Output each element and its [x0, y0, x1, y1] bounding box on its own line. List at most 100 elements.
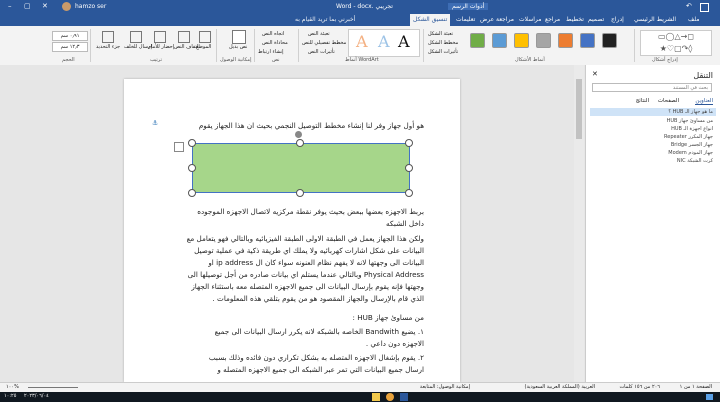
text-effects-button[interactable]: تأثيرات النص: [308, 49, 335, 55]
zoom-slider[interactable]: [28, 387, 78, 388]
selection-pane-icon: [102, 31, 114, 43]
doc-line-8: وجهتها فإنه يقوم بإرسال البيانات الى جمي…: [191, 282, 424, 291]
text-outline-button[interactable]: مخطط تفصيلي للنص: [302, 40, 346, 46]
doc-line-12: الاجهزه دون داعي .: [365, 339, 424, 348]
status-words[interactable]: ٢٠٦ من ١٥٦ كلمات: [619, 384, 660, 390]
wordart-style-2[interactable]: A: [378, 32, 390, 51]
tab-view[interactable]: عرض: [480, 16, 494, 23]
group-label-accessibility: إمكانية الوصول: [220, 57, 252, 63]
nav-heading-5[interactable]: جهاز الجسر Bridge: [671, 142, 713, 148]
taskbar-app-browser-icon[interactable]: [386, 393, 394, 401]
tab-mailings[interactable]: مراسلات: [519, 16, 541, 23]
width-field[interactable]: ١٢٫٣ سم: [52, 42, 88, 52]
taskbar-date: ٢٠٢٣/٠٦/٠٤: [24, 393, 49, 399]
taskbar-app-word-icon[interactable]: [400, 393, 408, 401]
user-name[interactable]: hamzo ser: [75, 3, 106, 10]
group-label-wordart: أنماط WordArt: [345, 57, 379, 63]
nav-heading-6[interactable]: جهاز المودم Modem: [668, 150, 713, 156]
tab-review[interactable]: مراجعة: [496, 16, 514, 23]
resize-handle-tl[interactable]: [188, 139, 196, 147]
minimize-button[interactable]: –: [8, 2, 20, 11]
status-page[interactable]: الصفحة ١ من ١: [680, 384, 712, 390]
nav-close-icon[interactable]: ✕: [592, 70, 598, 78]
layout-options-icon[interactable]: [174, 142, 184, 152]
document-page[interactable]: ⚓ هو أول جهاز وفر لنا إنشاء مخطط التوصيل…: [124, 79, 460, 382]
shape-style-swatch-2[interactable]: [580, 33, 595, 48]
group-label-insert-shapes: إدراج أشكال: [652, 57, 678, 63]
bring-forward-icon: [154, 31, 166, 43]
shape-style-swatch-1[interactable]: [602, 33, 617, 48]
shape-style-swatch-4[interactable]: [536, 33, 551, 48]
resize-handle-br[interactable]: [405, 189, 413, 197]
save-icon[interactable]: [700, 3, 709, 12]
resize-handle-tr[interactable]: [405, 139, 413, 147]
wordart-style-1[interactable]: A: [398, 32, 410, 51]
nav-tab-pages[interactable]: الصفحات: [658, 98, 679, 104]
document-workspace: ⚓ هو أول جهاز وفر لنا إنشاء مخطط التوصيل…: [0, 65, 720, 382]
wrap-text-button[interactable]: التفاف النص: [174, 44, 200, 50]
tab-shape-format[interactable]: تنسيق الشكل: [410, 14, 451, 26]
nav-title: التنقل: [693, 71, 713, 80]
zoom-level[interactable]: ١٠٠%: [6, 384, 19, 390]
wordart-style-3[interactable]: A: [356, 32, 368, 51]
start-button-icon[interactable]: [706, 394, 713, 400]
shape-style-swatch-6[interactable]: [492, 33, 507, 48]
scrollbar-thumb[interactable]: [576, 79, 582, 139]
undo-icon[interactable]: ↶: [686, 2, 692, 10]
alt-text-button[interactable]: نص بديل: [229, 44, 247, 50]
status-language[interactable]: العربية (المملكة العربية السعودية): [525, 384, 595, 390]
doc-line-13: ٢. يقوم بإشغال الاجهزه المتصله به بشكل ت…: [208, 353, 424, 362]
tab-file[interactable]: ملف: [688, 16, 699, 23]
shape-outline-button[interactable]: مخطط الشكل: [428, 40, 458, 46]
alt-text-icon[interactable]: [232, 30, 246, 44]
nav-tab-results[interactable]: النتائج: [636, 98, 649, 104]
tab-references[interactable]: مراجع: [545, 16, 560, 23]
taskbar: ١٠:٢٥ ٢٠٢٣/٠٦/٠٤: [0, 392, 720, 402]
text-fill-button[interactable]: تعبئة النص: [308, 31, 330, 37]
nav-heading-2[interactable]: من مساوئ جهاز HUB: [667, 118, 713, 124]
doc-line-3: داخل الشبكه: [386, 219, 424, 228]
rotate-handle[interactable]: [295, 131, 302, 138]
navigation-pane: التنقل ✕ بحث في المستند العناوين الصفحات…: [585, 65, 720, 382]
vertical-scrollbar[interactable]: [574, 65, 584, 382]
resize-handle-tc[interactable]: [296, 139, 304, 147]
shape-effects-button[interactable]: تأثيرات الشكل: [428, 49, 458, 55]
green-rectangle-shape[interactable]: [192, 143, 410, 193]
tab-help[interactable]: تعليمات: [456, 16, 475, 23]
resize-handle-mr[interactable]: [405, 164, 413, 172]
tab-insert[interactable]: إدراج: [611, 16, 624, 23]
shapes-gallery[interactable]: ▭◯△→◻ ★♡▢↷◊: [640, 30, 712, 56]
send-backward-button[interactable]: إرسال للخلف: [124, 44, 152, 50]
close-button[interactable]: ✕: [42, 2, 54, 11]
shape-fill-button[interactable]: تعبئة الشكل: [428, 31, 453, 37]
nav-tab-headings[interactable]: العناوين: [695, 98, 713, 105]
doc-line-6: البيانات الى وجهتها لانه لا يفهم نظام ال…: [208, 258, 424, 267]
nav-heading-1[interactable]: ما هو جهاز الـ HUB ؟: [668, 109, 713, 115]
group-label-shape-styles: أنماط الأشكال: [515, 57, 545, 63]
search-input[interactable]: أخبرني بما تريد القيام به: [295, 16, 355, 23]
tab-layout[interactable]: تخطيط: [566, 16, 584, 23]
avatar[interactable]: [62, 2, 71, 11]
nav-heading-4[interactable]: جهاز المكرر Repeater: [664, 134, 713, 140]
shape-style-swatch-5[interactable]: [514, 33, 529, 48]
status-accessibility[interactable]: إمكانية الوصول: المتابعة: [420, 384, 470, 390]
resize-handle-bl[interactable]: [188, 189, 196, 197]
create-link-button[interactable]: إنشاء ارتباط: [258, 49, 284, 55]
width-value: ١٢٫٣ سم: [60, 44, 80, 50]
tab-design[interactable]: تصميم: [588, 16, 604, 23]
selection-pane-button[interactable]: جزء التحديد: [96, 44, 120, 50]
align-text-button[interactable]: محاذاة النص: [262, 40, 288, 46]
resize-handle-ml[interactable]: [188, 164, 196, 172]
send-backward-icon: [130, 31, 142, 43]
height-field[interactable]: ٠٫٩١ سم: [52, 31, 88, 41]
nav-search-input[interactable]: بحث في المستند: [592, 83, 712, 92]
shape-style-swatch-7[interactable]: [470, 33, 485, 48]
shape-style-swatch-3[interactable]: [558, 33, 573, 48]
restore-button[interactable]: ▢: [24, 2, 36, 11]
resize-handle-bc[interactable]: [296, 189, 304, 197]
text-direction-button[interactable]: اتجاه النص: [262, 31, 284, 37]
nav-heading-7[interactable]: كرت الشبكة NIC: [677, 158, 713, 164]
tab-home[interactable]: الشريط الرئيسي: [634, 16, 676, 23]
taskbar-app-folder-icon[interactable]: [372, 393, 380, 401]
nav-heading-3[interactable]: انواع اجهزة الـ HUB: [671, 126, 713, 132]
